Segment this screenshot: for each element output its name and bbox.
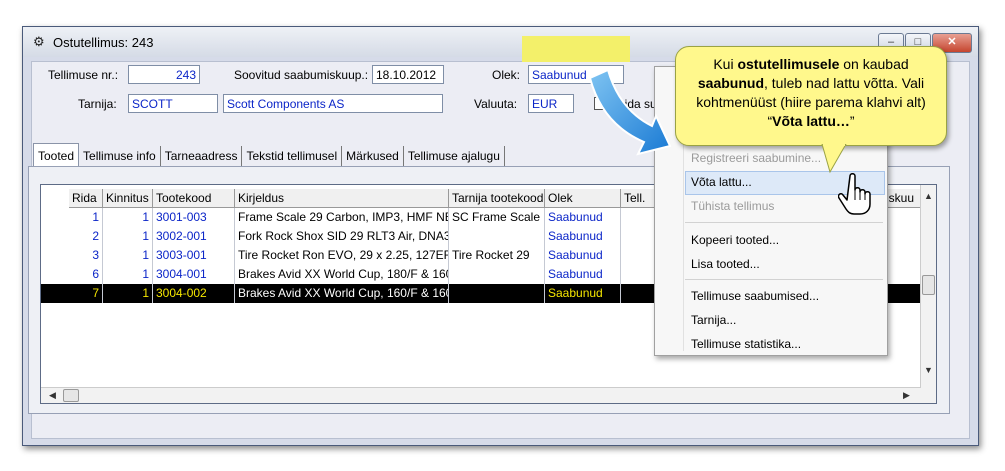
menu-item-tellimuse-statistika[interactable]: Tellimuse statistika... (691, 337, 801, 351)
menu-item-registreeri-saabumine[interactable]: Registreeri saabumine... (691, 151, 821, 165)
cell-rida: 7 (69, 284, 103, 303)
order-no-field[interactable]: 243 (128, 65, 200, 84)
cell-kinnitus: 1 (103, 227, 153, 246)
cell-olek: Saabunud (545, 265, 621, 284)
help-callout: Kui ostutellimusele on kaubad saabunud, … (675, 46, 947, 146)
cell-kinnitus: 1 (103, 265, 153, 284)
vertical-scrollbar[interactable]: ▲ ▼ (920, 185, 936, 403)
cell-kinnitus: 1 (103, 208, 153, 227)
tab-tooted[interactable]: Tooted (33, 143, 80, 166)
cell-tootekood: 3001-003 (153, 208, 235, 227)
menu-item-vota-lattu[interactable]: Võta lattu... (691, 175, 752, 189)
currency-label: Valuuta: (474, 97, 518, 111)
col-header-tootekood[interactable]: Tootekood (153, 189, 235, 208)
tab-tarneaadress[interactable]: Tarneaadress (161, 146, 243, 166)
cell-tarnija-tootekood: Tire Rocket 29 (449, 246, 545, 265)
menu-item-lisa-tooted[interactable]: Lisa tooted... (691, 257, 760, 271)
supplier-label: Tarnija: (78, 97, 117, 111)
app-icon: ⚙ (33, 34, 45, 49)
callout-text-4: ” (849, 113, 855, 129)
cell-kirjeldus: Fork Rock Shox SID 29 RLT3 Air, DNA3 (235, 227, 449, 246)
supplier-code-field[interactable]: SCOTT (128, 94, 218, 113)
tab-strip: Tooted Tellimuse info Tarneaadress Tekst… (33, 143, 505, 166)
arrival-date-label: Soovitud saabumiskuup.: (234, 68, 369, 82)
col-header-saabumiskuu[interactable]: iskuu (883, 189, 921, 208)
menu-item-kopeeri-tooted[interactable]: Kopeeri tooted... (691, 233, 779, 247)
cell-kirjeldus: Brakes Avid XX World Cup, 160/F & 160 (235, 284, 449, 303)
callout-text-1: Kui (713, 56, 738, 72)
scroll-thumb[interactable] (922, 275, 935, 295)
cell-rida: 1 (69, 208, 103, 227)
callout-bold-2: saabunud (697, 75, 765, 91)
horizontal-scrollbar[interactable]: ◀ ▶ (41, 387, 921, 403)
col-header-tarnija-tootekood[interactable]: Tarnija tootekood (449, 189, 545, 208)
callout-text-2: on kaubad (839, 56, 909, 72)
state-highlight (522, 36, 630, 62)
scroll-up-icon[interactable]: ▲ (924, 191, 933, 201)
cell-tootekood: 3004-001 (153, 265, 235, 284)
cell-tarnija-tootekood: SC Frame Scale (449, 208, 545, 227)
cell-tarnija-tootekood (449, 284, 545, 303)
tab-tellimuse-ajalugu[interactable]: Tellimuse ajalugu (404, 146, 505, 166)
hand-cursor-icon (838, 173, 871, 215)
cell-tarnija-tootekood (449, 265, 545, 284)
callout-bold-1: ostutellimusele (737, 56, 840, 72)
cell-rida: 6 (69, 265, 103, 284)
col-header-kirjeldus[interactable]: Kirjeldus (235, 189, 449, 208)
cell-kinnitus: 1 (103, 284, 153, 303)
cell-kirjeldus: Tire Rocket Ron EVO, 29 x 2.25, 127EF (235, 246, 449, 265)
cell-tarnija-tootekood (449, 227, 545, 246)
tab-tellimuse-info[interactable]: Tellimuse info (79, 146, 161, 166)
col-header-olek[interactable]: Olek (545, 189, 621, 208)
scroll-right-icon[interactable]: ▶ (903, 390, 910, 401)
state-label: Olek: (492, 68, 521, 82)
cell-olek: Saabunud (545, 208, 621, 227)
cell-tootekood: 3003-001 (153, 246, 235, 265)
tab-tekstid-tellimusel[interactable]: Tekstid tellimusel (242, 146, 343, 166)
cell-rida: 2 (69, 227, 103, 246)
col-header-kinnitus[interactable]: Kinnitus (103, 189, 153, 208)
cell-rida: 3 (69, 246, 103, 265)
annotation-arrow-icon (588, 68, 672, 156)
cell-tootekood: 3002-001 (153, 227, 235, 246)
menu-item-tarnija[interactable]: Tarnija... (691, 313, 736, 327)
menu-separator (685, 279, 883, 280)
cell-tootekood: 3004-002 (153, 284, 235, 303)
col-header-rida[interactable]: Rida (69, 189, 103, 208)
cell-kirjeldus: Brakes Avid XX World Cup, 180/F & 160 (235, 265, 449, 284)
menu-item-tellimuse-saabumised[interactable]: Tellimuse saabumised... (691, 289, 819, 303)
scroll-down-icon[interactable]: ▼ (924, 365, 933, 375)
cell-olek: Saabunud (545, 284, 621, 303)
order-no-label: Tellimuse nr.: (48, 68, 119, 82)
cell-olek: Saabunud (545, 246, 621, 265)
window-title: Ostutellimus: 243 (53, 35, 154, 50)
hscroll-thumb[interactable] (63, 389, 79, 402)
tab-markused[interactable]: Märkused (342, 146, 404, 166)
menu-item-tuhista-tellimus[interactable]: Tühista tellimus (691, 199, 774, 213)
scroll-left-icon[interactable]: ◀ (49, 390, 56, 401)
cell-kirjeldus: Frame Scale 29 Carbon, IMP3, HMF NE (235, 208, 449, 227)
cell-kinnitus: 1 (103, 246, 153, 265)
cell-olek: Saabunud (545, 227, 621, 246)
callout-bold-3: Võta lattu… (772, 113, 850, 129)
supplier-name-field[interactable]: Scott Components AS (223, 94, 443, 113)
callout-pointer-icon (821, 144, 847, 174)
arrival-date-field[interactable]: 18.10.2012 (372, 65, 444, 84)
menu-separator (685, 222, 883, 223)
